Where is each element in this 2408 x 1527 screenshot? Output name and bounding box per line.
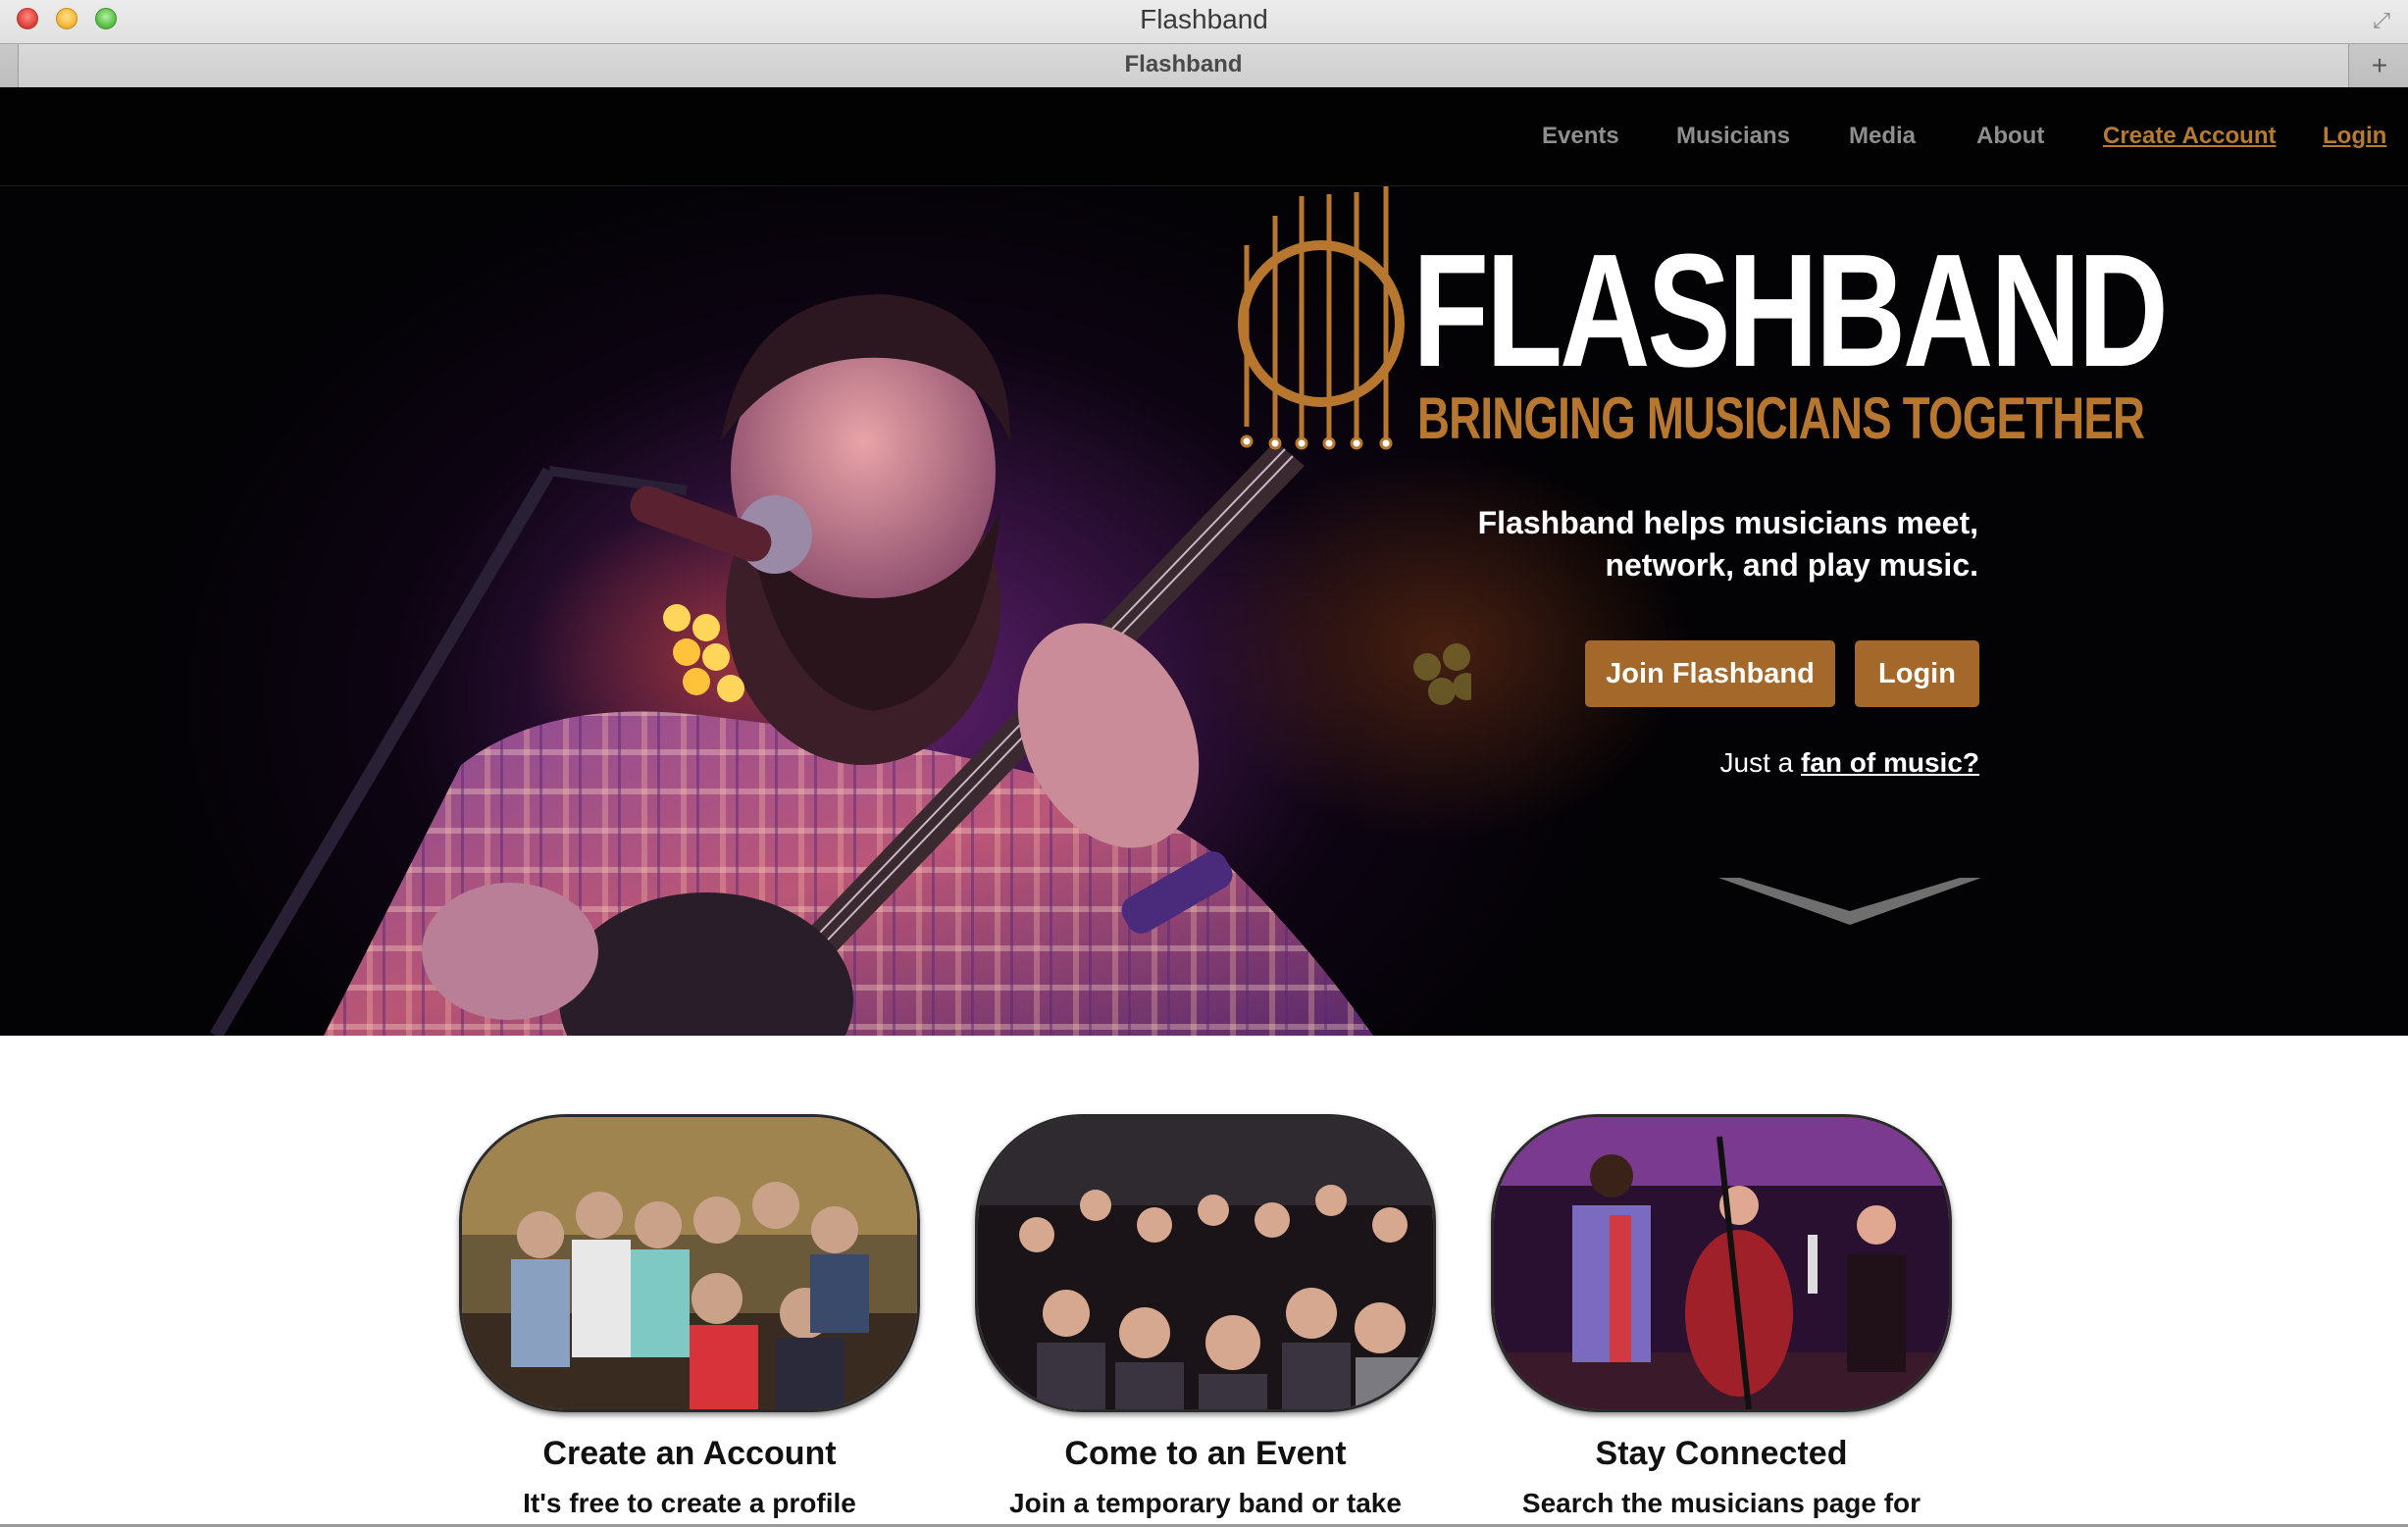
fan-of-music-link[interactable]: fan of music?	[1801, 747, 1979, 778]
nav-musicians[interactable]: Musicians	[1676, 123, 1790, 150]
window-title: Flashband	[1140, 4, 1268, 34]
logo-tagline: BRINGING MUSICIANS TOGETHER	[1417, 385, 2145, 451]
join-flashband-button[interactable]: Join Flashband	[1585, 640, 1835, 707]
fan-prompt-text: Just a	[1719, 747, 1801, 778]
guitar-logo-icon	[1238, 186, 1405, 450]
feature-stay-connected: Stay Connected Search the musicians page…	[1491, 1114, 1952, 1520]
hero-description-line-2: network, and play music.	[1605, 547, 1978, 583]
tab-bar: Flashband +	[0, 43, 2408, 87]
feature-image-group-photo	[459, 1114, 920, 1412]
hero-description: Flashband helps musicians meet, network,…	[1292, 502, 1978, 586]
hero-description-line-1: Flashband helps musicians meet,	[1477, 505, 1978, 540]
nav-about[interactable]: About	[1976, 123, 2044, 150]
nav-events[interactable]: Events	[1542, 123, 1619, 150]
logo-wordmark: FLASHBAND	[1412, 221, 2169, 400]
nav-login[interactable]: Login	[2323, 123, 2386, 150]
feature-text: Search the musicians page for	[1521, 1488, 1921, 1518]
hero-banner: FLASHBAND BRINGING MUSICIANS TOGETHER Fl…	[0, 186, 2408, 1036]
feature-text: It's free to create a profile	[523, 1488, 856, 1518]
site-navbar: Events Musicians Media About Create Acco…	[0, 87, 2408, 186]
window-titlebar: Flashband ⤢ Flashband +	[0, 0, 2408, 87]
fullscreen-icon[interactable]: ⤢	[2369, 8, 2394, 33]
fan-prompt: Just a fan of music?	[1720, 747, 1980, 779]
tab-flashband[interactable]: Flashband	[18, 44, 2349, 87]
feature-image-crowd	[975, 1114, 1436, 1412]
feature-create-account: Create an Account It's free to create a …	[459, 1114, 920, 1520]
feature-title: Come to an Event	[1064, 1435, 1347, 1472]
nav-media[interactable]: Media	[1849, 123, 1916, 150]
feature-title: Create an Account	[542, 1435, 837, 1472]
feature-image-band-performance	[1491, 1114, 1952, 1412]
feature-title: Stay Connected	[1595, 1435, 1848, 1472]
hero-login-button[interactable]: Login	[1855, 640, 1979, 707]
nav-create-account[interactable]: Create Account	[2103, 123, 2276, 150]
feature-text: Join a temporary band or take	[1009, 1488, 1402, 1518]
feature-come-to-event: Come to an Event Join a temporary band o…	[975, 1114, 1436, 1520]
features-section: Create an Account It's free to create a …	[0, 1036, 2408, 1527]
new-tab-icon[interactable]: +	[2363, 50, 2396, 81]
scroll-down-chevron-icon[interactable]	[1718, 878, 1981, 929]
